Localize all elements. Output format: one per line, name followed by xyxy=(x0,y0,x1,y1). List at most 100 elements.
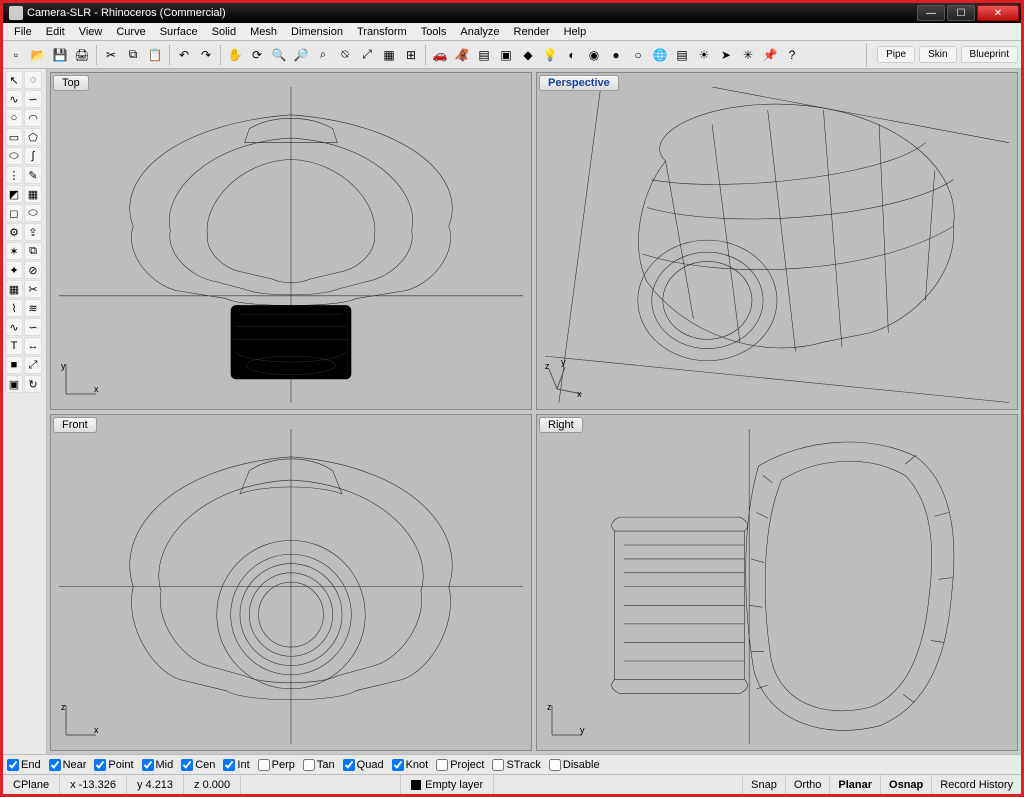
tab-blueprint[interactable]: Blueprint xyxy=(961,46,1018,63)
undo-icon[interactable]: ↶ xyxy=(174,45,194,65)
tool-trim[interactable]: ✂ xyxy=(24,280,42,298)
open-icon[interactable]: 📂 xyxy=(28,45,48,65)
osnap-checkbox-end[interactable] xyxy=(7,759,19,771)
tool-boolean[interactable]: ⊘ xyxy=(24,261,42,279)
menu-file[interactable]: File xyxy=(7,25,39,39)
osnap-end[interactable]: End xyxy=(7,759,41,771)
gear-yellow-icon[interactable]: ✳ xyxy=(738,45,758,65)
tool-spark[interactable]: ✦ xyxy=(5,261,23,279)
menu-view[interactable]: View xyxy=(72,25,110,39)
osnap-point[interactable]: Point xyxy=(94,759,133,771)
menu-mesh[interactable]: Mesh xyxy=(243,25,284,39)
save-icon[interactable]: 💾 xyxy=(50,45,70,65)
status-toggle-planar[interactable]: Planar xyxy=(829,775,880,794)
tool-text[interactable]: T xyxy=(5,337,23,355)
pin-icon[interactable]: 📌 xyxy=(760,45,780,65)
zoom-win-icon[interactable]: ⌕ xyxy=(313,45,333,65)
zoom-sel-icon[interactable]: 🔍 xyxy=(269,45,289,65)
osnap-quad[interactable]: Quad xyxy=(343,759,384,771)
zoom-1to1-icon[interactable]: ⤢ xyxy=(357,45,377,65)
render-gl-icon[interactable]: ◆ xyxy=(518,45,538,65)
tool-pointer[interactable]: ↖ xyxy=(5,71,23,89)
osnap-perp[interactable]: Perp xyxy=(258,759,295,771)
set-view-icon[interactable]: ▦ xyxy=(379,45,399,65)
status-toggle-osnap[interactable]: Osnap xyxy=(880,775,931,794)
osnap-near[interactable]: Near xyxy=(49,759,87,771)
print-icon[interactable]: 🖨 xyxy=(72,45,92,65)
layer-icon[interactable]: ▤ xyxy=(672,45,692,65)
rgb-icon[interactable]: ◉ xyxy=(584,45,604,65)
rotate-icon[interactable]: ⟳ xyxy=(247,45,267,65)
osnap-strack[interactable]: STrack xyxy=(492,759,540,771)
menu-surface[interactable]: Surface xyxy=(153,25,205,39)
viewport-label-right[interactable]: Right xyxy=(539,417,583,433)
tool-explode[interactable]: ✶ xyxy=(5,242,23,260)
minimize-button[interactable]: — xyxy=(917,5,945,21)
new-icon[interactable]: ▫ xyxy=(6,45,26,65)
osnap-checkbox-tan[interactable] xyxy=(303,759,315,771)
sphere-2-icon[interactable]: ○ xyxy=(628,45,648,65)
tool-box[interactable]: ◻ xyxy=(5,204,23,222)
tool-polygon[interactable]: ⬠ xyxy=(24,128,42,146)
viewport-top[interactable]: Top xyxy=(50,72,532,410)
tool-curve-a[interactable]: ∿ xyxy=(5,318,23,336)
zoom-ext-icon[interactable]: 🔎 xyxy=(291,45,311,65)
menu-analyze[interactable]: Analyze xyxy=(453,25,506,39)
tool-circle[interactable]: ○ xyxy=(5,109,23,127)
status-layer[interactable]: Empty layer xyxy=(401,775,494,794)
osnap-checkbox-point[interactable] xyxy=(94,759,106,771)
cut-icon[interactable]: ✂ xyxy=(101,45,121,65)
osnap-disable[interactable]: Disable xyxy=(549,759,600,771)
sun-layer-icon[interactable]: ☀ xyxy=(694,45,714,65)
viewport-perspective[interactable]: Perspective xyxy=(536,72,1018,410)
tool-extrude[interactable]: ⇪ xyxy=(24,223,42,241)
paper-plane-icon[interactable]: ➤ xyxy=(716,45,736,65)
osnap-knot[interactable]: Knot xyxy=(392,759,429,771)
viewport-right[interactable]: Right xyxy=(536,414,1018,752)
tool-cylinder[interactable]: ⬭ xyxy=(24,204,42,222)
shade-icon[interactable]: ◐ xyxy=(562,45,582,65)
tool-edit-curve[interactable]: ✎ xyxy=(24,166,42,184)
tool-cvcurve[interactable]: ∽ xyxy=(24,90,42,108)
tool-ellipse[interactable]: ⬭ xyxy=(5,147,23,165)
tool-gear[interactable]: ⚙ xyxy=(5,223,23,241)
globe-icon[interactable]: 🌐 xyxy=(650,45,670,65)
osnap-tan[interactable]: Tan xyxy=(303,759,335,771)
osnap-cen[interactable]: Cen xyxy=(181,759,215,771)
menu-edit[interactable]: Edit xyxy=(39,25,72,39)
osnap-checkbox-perp[interactable] xyxy=(258,759,270,771)
box-stack-icon[interactable]: ▤ xyxy=(474,45,494,65)
osnap-checkbox-near[interactable] xyxy=(49,759,61,771)
osnap-checkbox-quad[interactable] xyxy=(343,759,355,771)
viewport-label-front[interactable]: Front xyxy=(53,417,97,433)
osnap-mid[interactable]: Mid xyxy=(142,759,174,771)
car-icon[interactable]: 🚗 xyxy=(430,45,450,65)
tool-curve-b[interactable]: ∽ xyxy=(24,318,42,336)
tool-control-points[interactable]: ⋮ xyxy=(5,166,23,184)
menu-render[interactable]: Render xyxy=(507,25,557,39)
tool-arc[interactable]: ◠ xyxy=(24,109,42,127)
osnap-checkbox-int[interactable] xyxy=(223,759,235,771)
tool-dimension[interactable]: ↔ xyxy=(24,337,42,355)
box-icon[interactable]: ▣ xyxy=(496,45,516,65)
osnap-checkbox-cen[interactable] xyxy=(181,759,193,771)
monkey-icon[interactable]: 🦧 xyxy=(452,45,472,65)
tool-lasso[interactable]: ◌ xyxy=(24,71,42,89)
four-view-icon[interactable]: ⊞ xyxy=(401,45,421,65)
tool-blend[interactable]: ⌇ xyxy=(5,299,23,317)
status-toggle-record-history[interactable]: Record History xyxy=(931,775,1021,794)
osnap-checkbox-strack[interactable] xyxy=(492,759,504,771)
maximize-button[interactable]: ☐ xyxy=(947,5,975,21)
pan-icon[interactable]: ✋ xyxy=(225,45,245,65)
sphere-icon[interactable]: ● xyxy=(606,45,626,65)
menu-transform[interactable]: Transform xyxy=(350,25,414,39)
menu-curve[interactable]: Curve xyxy=(109,25,152,39)
menu-dimension[interactable]: Dimension xyxy=(284,25,350,39)
osnap-int[interactable]: Int xyxy=(223,759,249,771)
tool-box-blue[interactable]: ▣ xyxy=(5,375,23,393)
paste-icon[interactable]: 📋 xyxy=(145,45,165,65)
help-icon[interactable]: ? xyxy=(782,45,802,65)
tool-revolve[interactable]: ↻ xyxy=(24,375,42,393)
menu-solid[interactable]: Solid xyxy=(205,25,243,39)
tool-polyline[interactable]: ∿ xyxy=(5,90,23,108)
